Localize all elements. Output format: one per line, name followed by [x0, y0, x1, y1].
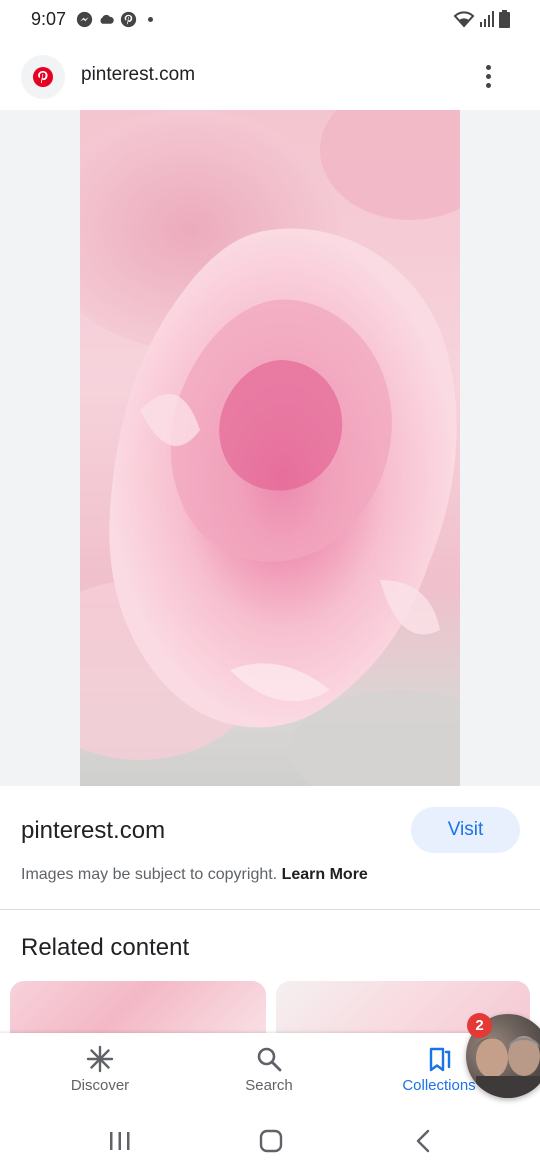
discover-icon	[86, 1045, 114, 1073]
image-viewer	[0, 110, 540, 786]
more-vert-icon	[485, 64, 491, 70]
site-favicon[interactable]	[21, 55, 65, 99]
more-notifications-dot	[148, 17, 153, 22]
more-options-button[interactable]	[476, 64, 500, 88]
nav-search[interactable]: Search	[199, 1033, 339, 1111]
main-image[interactable]	[80, 110, 460, 786]
related-image-card[interactable]	[10, 981, 266, 1041]
nav-discover[interactable]: Discover	[30, 1033, 170, 1111]
nav-discover-label: Discover	[70, 1077, 130, 1094]
divider	[0, 909, 540, 910]
wifi-icon	[453, 11, 475, 28]
back-icon[interactable]	[410, 1128, 438, 1154]
site-title: pinterest.com	[81, 64, 196, 85]
image-info-panel: pinterest.com Visit Images may be subjec…	[0, 786, 540, 910]
status-time: 9:07	[31, 9, 67, 29]
status-bar: 9:07	[0, 0, 540, 40]
copyright-notice: Images may be subject to copyright. Lear…	[21, 866, 368, 884]
nav-collections-label: Collections	[402, 1077, 476, 1094]
source-domain: pinterest.com	[21, 817, 166, 844]
battery-icon	[499, 10, 510, 28]
page-header: pinterest.com	[0, 40, 540, 110]
home-icon[interactable]	[257, 1128, 285, 1154]
visit-button[interactable]: Visit	[411, 807, 520, 853]
status-system-icons	[453, 10, 510, 28]
pinterest-icon	[120, 11, 137, 28]
related-content-heading: Related content	[21, 934, 190, 961]
recents-icon[interactable]	[106, 1128, 134, 1154]
status-notification-icons	[76, 11, 153, 28]
system-navigation-bar	[0, 1111, 540, 1170]
copyright-text: Images may be subject to copyright.	[21, 866, 278, 883]
messenger-icon	[76, 11, 93, 28]
learn-more-link[interactable]: Learn More	[282, 866, 368, 883]
pinterest-logo-icon	[33, 67, 53, 87]
notification-badge: 2	[467, 1013, 492, 1038]
signal-icon	[480, 11, 494, 27]
carnation-image	[80, 110, 460, 786]
search-icon	[257, 1047, 282, 1072]
bottom-navigation: Discover Search Collections	[0, 1033, 540, 1111]
collections-icon	[429, 1047, 451, 1072]
nav-search-label: Search	[245, 1077, 293, 1094]
cloud-icon	[100, 14, 114, 24]
